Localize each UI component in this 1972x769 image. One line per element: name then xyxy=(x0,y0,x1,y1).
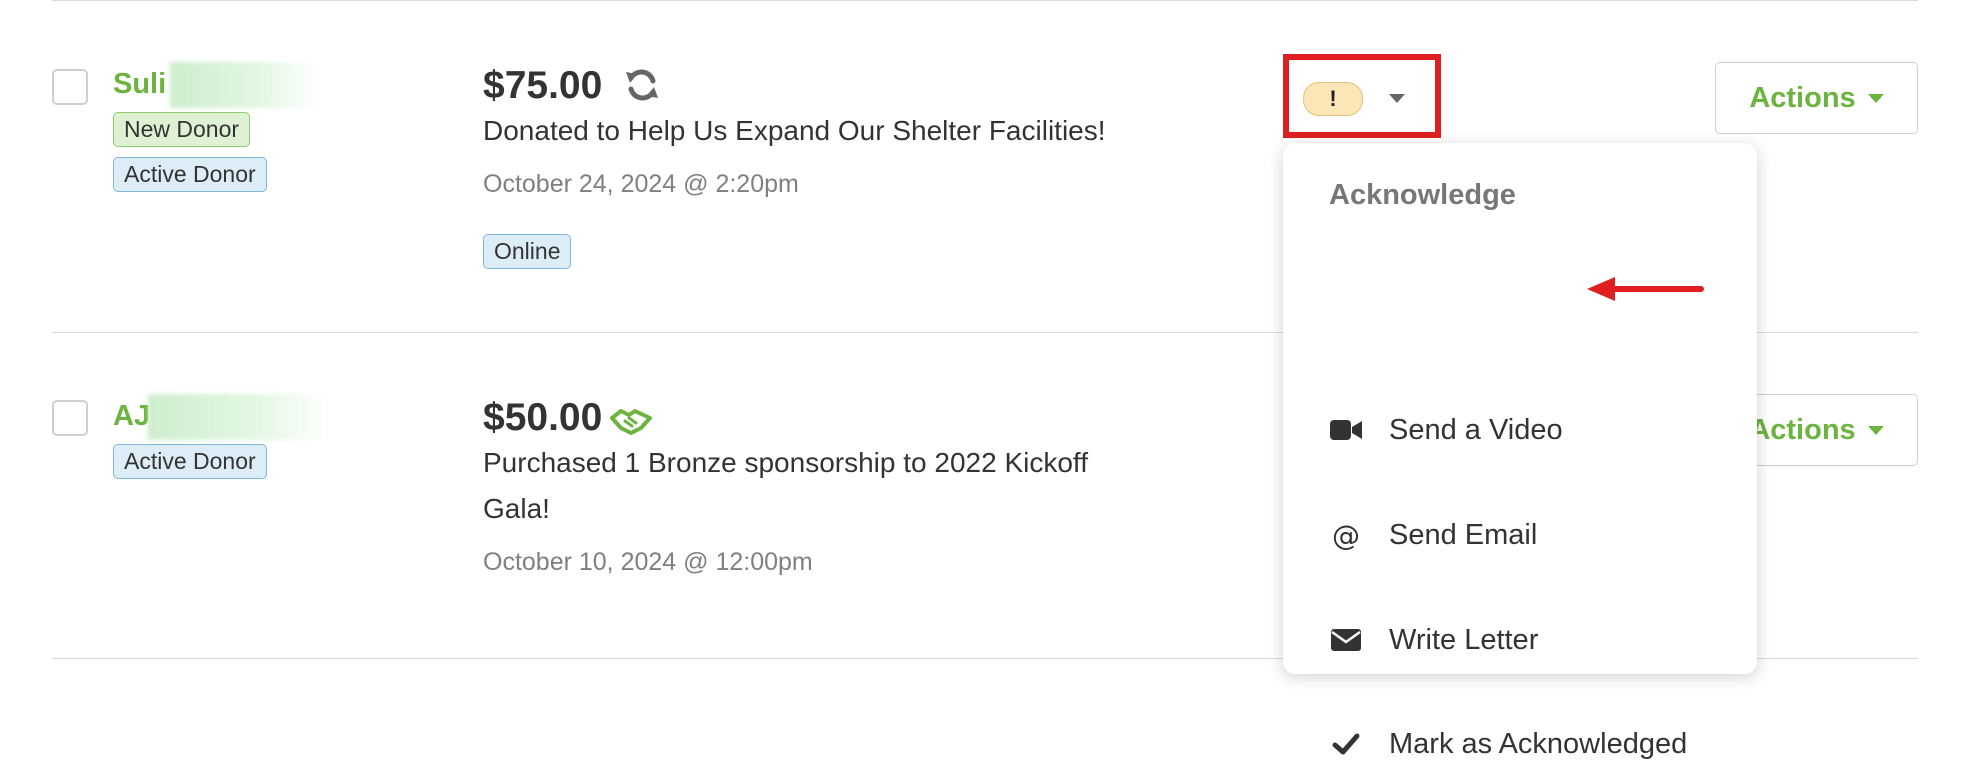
donation-description-cont: Gala! xyxy=(483,493,550,524)
donation-description: Purchased 1 Bronze sponsorship to 2022 K… xyxy=(483,447,1088,478)
menu-item-write-letter[interactable]: Write Letter xyxy=(1329,615,1538,665)
donation-date: October 10, 2024 @ 12:00pm xyxy=(483,548,813,576)
actions-label: Actions xyxy=(1749,81,1856,114)
chevron-down-icon xyxy=(1389,94,1405,103)
actions-label: Actions xyxy=(1749,413,1856,446)
acknowledge-status-toggle[interactable]: ! xyxy=(1283,54,1441,138)
donation-amount: $50.00 xyxy=(483,396,603,439)
menu-item-label: Mark as Acknowledged xyxy=(1389,727,1688,760)
annotation-arrow-icon xyxy=(1585,274,1705,304)
caret-down-icon xyxy=(1867,93,1884,103)
redacted-name xyxy=(170,62,320,108)
menu-item-send-email[interactable]: @ Send Email xyxy=(1329,510,1537,560)
menu-heading: Acknowledge xyxy=(1329,179,1516,211)
row-select-checkbox[interactable] xyxy=(52,69,88,105)
donor-name-link[interactable]: AJ xyxy=(113,400,150,433)
donor-name-link[interactable]: Suli xyxy=(113,68,166,101)
at-icon: @ xyxy=(1332,518,1360,552)
menu-item-send-video[interactable]: Send a Video xyxy=(1329,405,1563,455)
menu-item-label: Send a Video xyxy=(1389,413,1563,446)
donation-date: October 24, 2024 @ 2:20pm xyxy=(483,170,799,198)
video-camera-icon xyxy=(1329,413,1363,447)
row-select-checkbox[interactable] xyxy=(52,400,88,436)
pending-warning-badge: ! xyxy=(1303,82,1363,116)
actions-dropdown-button[interactable]: Actions xyxy=(1715,62,1918,134)
active-donor-badge: Active Donor xyxy=(113,157,267,192)
row-divider-top xyxy=(52,0,1918,1)
active-donor-badge: Active Donor xyxy=(113,444,267,479)
recurring-icon xyxy=(624,66,660,104)
redacted-name xyxy=(148,394,328,440)
menu-item-label: Write Letter xyxy=(1389,623,1539,656)
donation-amount: $75.00 xyxy=(483,64,603,107)
menu-item-mark-acknowledged[interactable]: Mark as Acknowledged xyxy=(1329,719,1687,769)
envelope-icon xyxy=(1329,623,1363,657)
menu-item-label: Send Email xyxy=(1389,518,1538,551)
check-icon xyxy=(1329,727,1363,761)
acknowledge-menu: Acknowledge Send a Video @ Send Email Wr… xyxy=(1283,143,1757,760)
caret-down-icon xyxy=(1867,425,1884,435)
handshake-icon xyxy=(610,406,652,436)
channel-badge: Online xyxy=(483,234,572,269)
donation-description: Donated to Help Us Expand Our Shelter Fa… xyxy=(483,115,1106,146)
new-donor-badge: New Donor xyxy=(113,112,251,147)
